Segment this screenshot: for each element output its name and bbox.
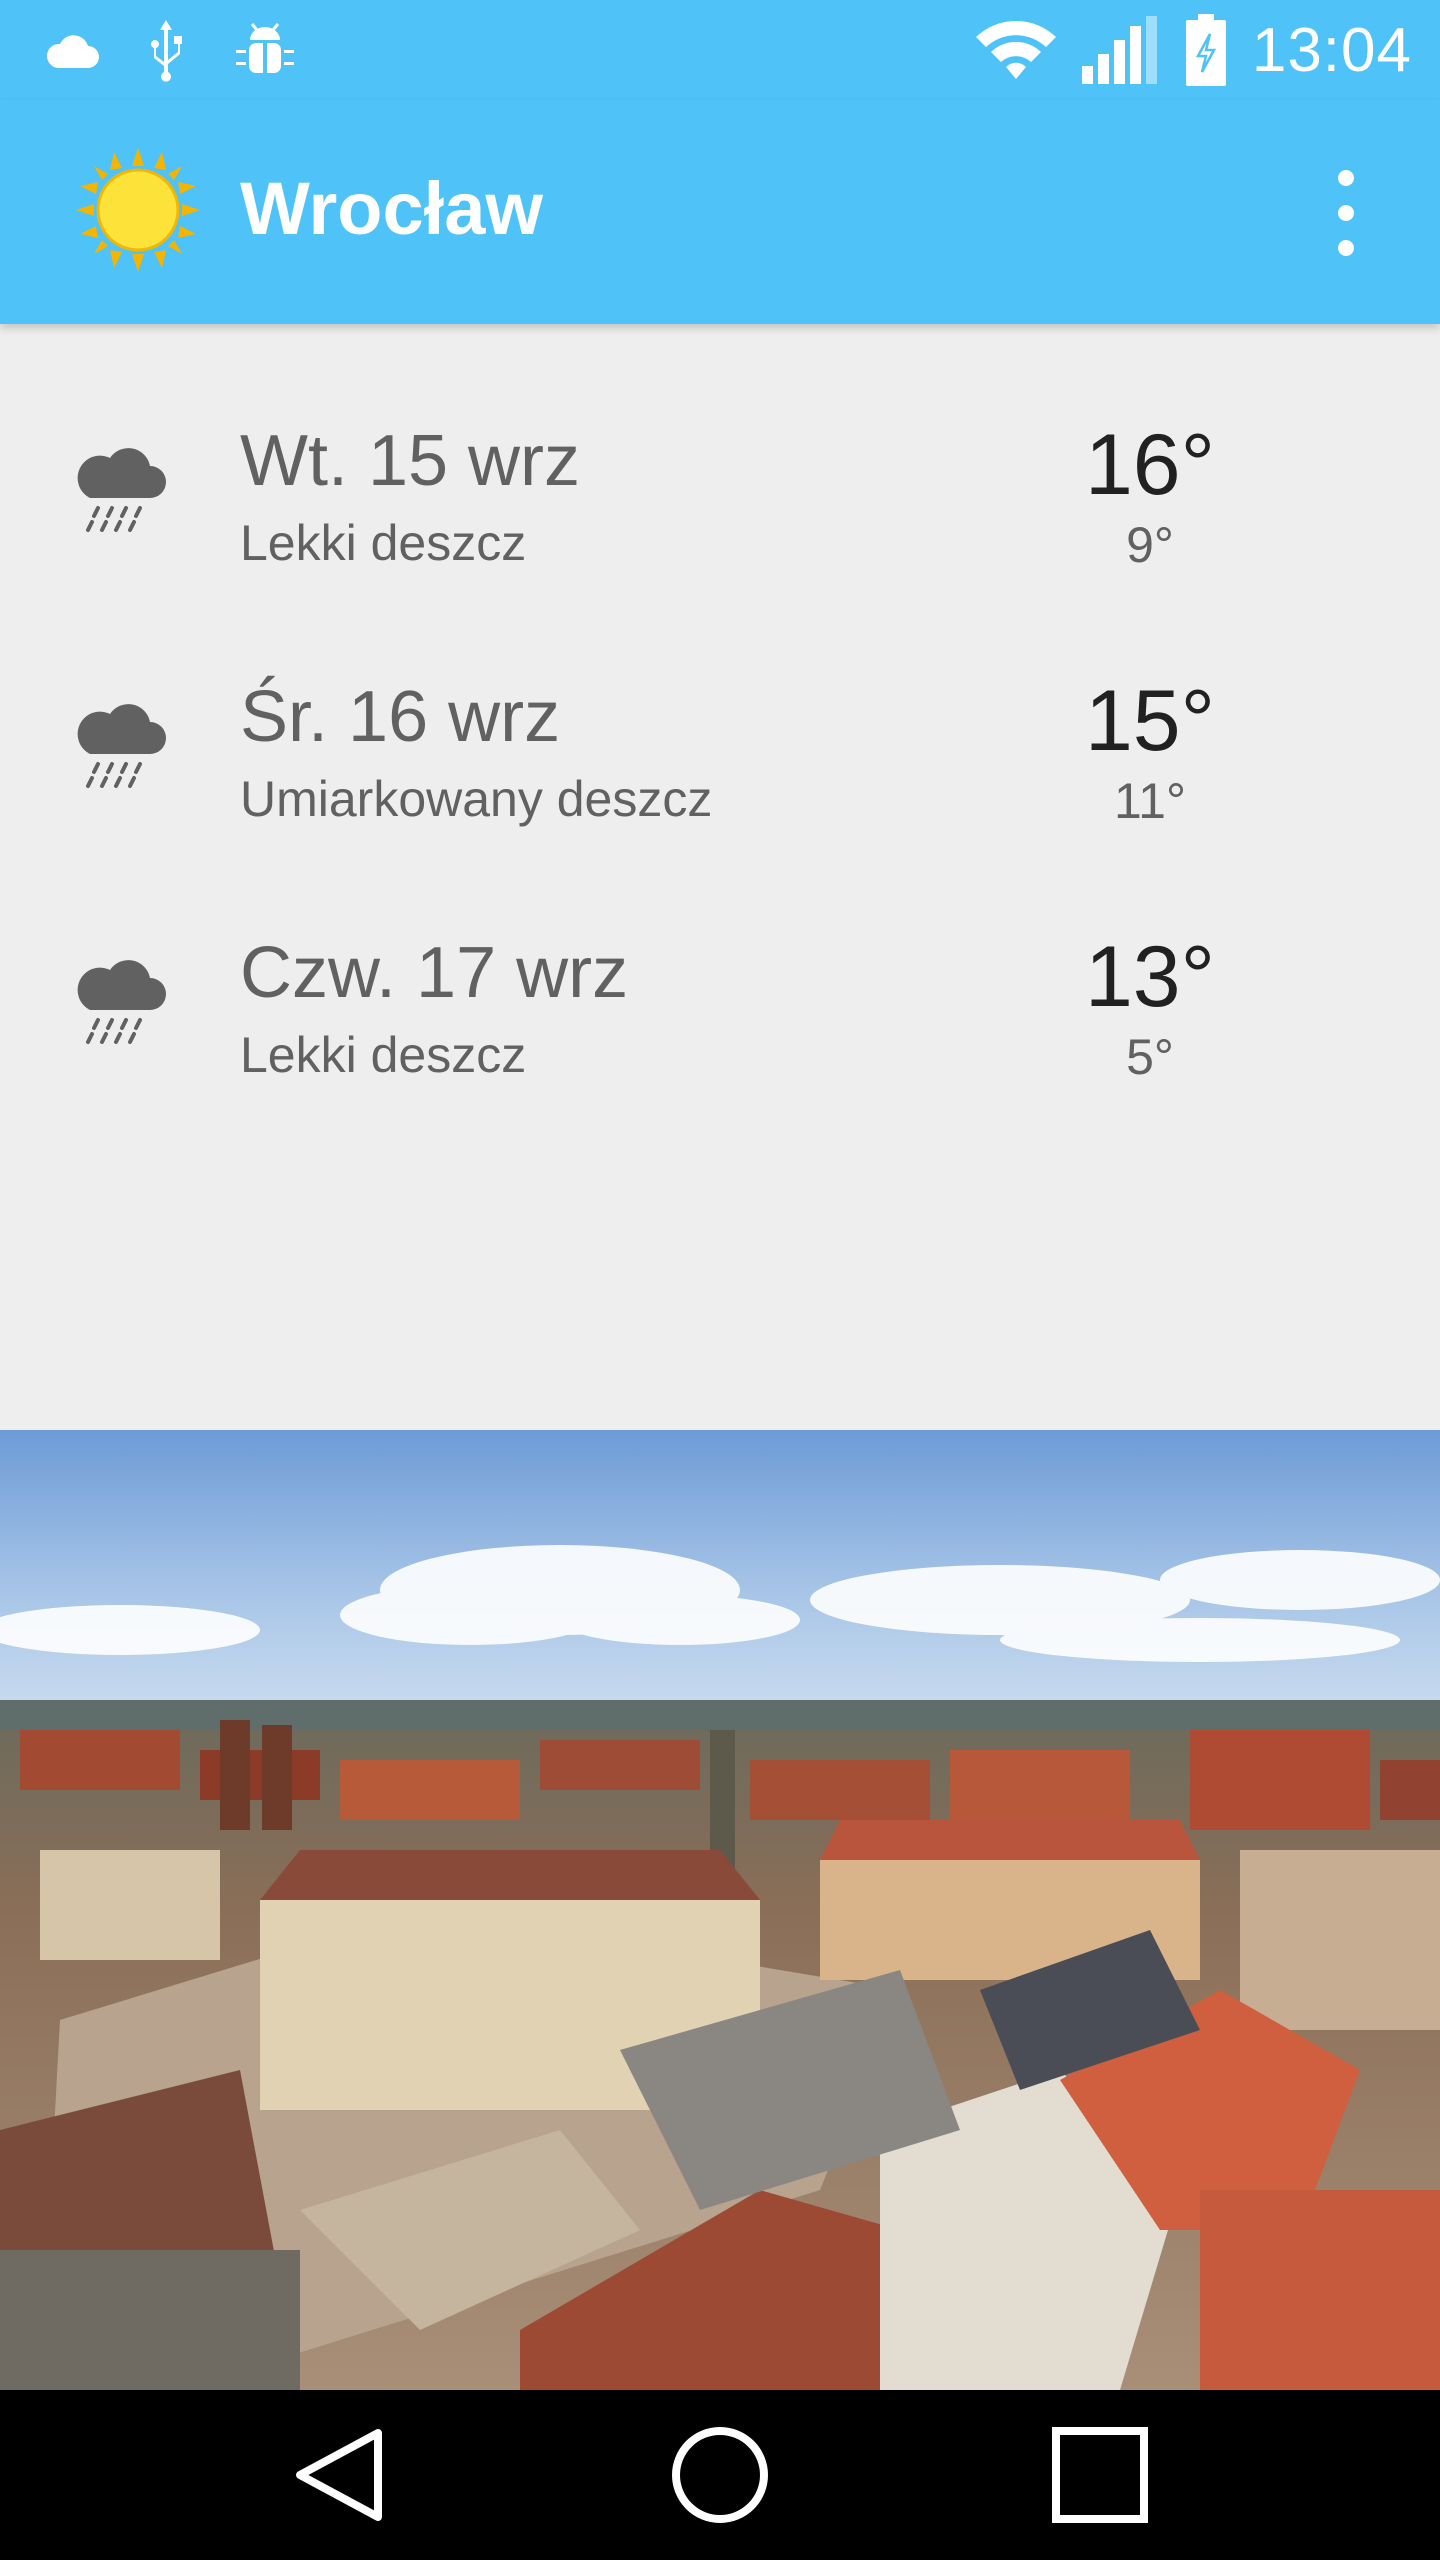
battery-charging-icon	[1185, 14, 1226, 86]
rain-cloud-icon	[68, 948, 172, 1048]
rain-cloud-icon	[68, 436, 172, 536]
forecast-high-temp: 16°	[1084, 417, 1216, 513]
forecast-day: Śr. 16 wrz	[240, 677, 561, 757]
recents-icon[interactable]	[1040, 2415, 1160, 2535]
app-bar: Wrocław	[0, 100, 1440, 324]
forecast-day: Czw. 17 wrz	[240, 933, 629, 1013]
overflow-menu-icon-dot	[1338, 205, 1354, 221]
clock-time: 13:04	[1251, 15, 1412, 85]
forecast-day: Wt. 15 wrz	[240, 421, 581, 501]
forecast-row[interactable]: Wt. 15 wrz Lekki deszcz 16° 9°	[0, 366, 1440, 622]
forecast-description: Lekki deszcz	[240, 1027, 527, 1083]
city-title: Wrocław	[240, 167, 543, 250]
forecast-high-temp: 15°	[1084, 673, 1216, 769]
rain-cloud-icon	[68, 692, 172, 792]
home-icon[interactable]	[660, 2415, 780, 2535]
back-icon[interactable]	[280, 2415, 400, 2535]
cloud-icon	[46, 35, 99, 68]
forecast-description: Umiarkowany deszcz	[240, 771, 713, 827]
usb-icon	[151, 20, 182, 82]
forecast-low-temp: 5°	[1126, 1029, 1174, 1085]
wifi-icon	[975, 20, 1056, 79]
sun-icon	[76, 148, 200, 272]
navigation-bar	[0, 2390, 1440, 2560]
signal-icon	[1081, 16, 1157, 84]
overflow-menu-button[interactable]	[1316, 170, 1376, 256]
forecast-row[interactable]: Czw. 17 wrz Lekki deszcz 13° 5°	[0, 878, 1440, 1134]
forecast-high-temp: 13°	[1084, 929, 1216, 1025]
forecast-list-items: Pon. 14 wrzUmiarkowany deszcz15°9°Wt. 15…	[0, 324, 1440, 1134]
overflow-menu-icon-dot	[1338, 240, 1354, 256]
forecast-description: Lekki deszcz	[240, 515, 527, 571]
forecast-low-temp: 11°	[1114, 773, 1186, 829]
forecast-row[interactable]: Śr. 16 wrz Umiarkowany deszcz 15° 11°	[0, 622, 1440, 878]
forecast-low-temp: 9°	[1126, 517, 1174, 573]
status-notifications	[44, 16, 298, 84]
android-debug-icon	[236, 23, 294, 73]
status-bar: 13:04	[0, 0, 1440, 100]
forecast-list[interactable]: Pon. 14 wrzUmiarkowany deszcz15°9°Wt. 15…	[0, 324, 1440, 1430]
overflow-menu-icon	[1338, 170, 1354, 186]
status-system: 13:04	[974, 10, 1412, 90]
forecast-row[interactable]: Pon. 14 wrzUmiarkowany deszcz15°9°	[0, 324, 1440, 366]
city-photo-image	[0, 1430, 1440, 2390]
city-photo	[0, 1430, 1440, 2390]
